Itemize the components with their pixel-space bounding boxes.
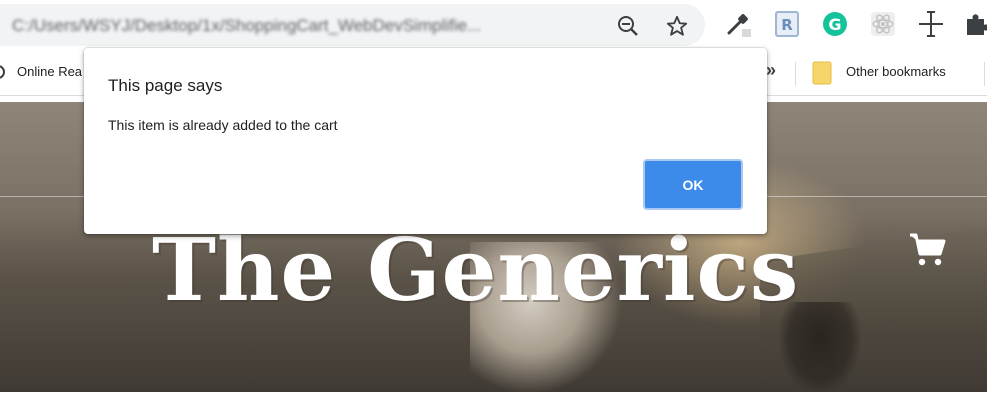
- band-name-title: The Generics: [152, 220, 800, 321]
- page-body: [0, 392, 987, 418]
- bookmarks-overflow-button[interactable]: »: [766, 60, 776, 81]
- zoom-out-icon[interactable]: [615, 13, 641, 39]
- dialog-title: This page says: [108, 76, 223, 95]
- url-text[interactable]: C:/Users/WSYJ/Desktop/1x/ShoppingCart_We…: [12, 16, 597, 36]
- bookmark-star-icon[interactable]: [664, 13, 690, 39]
- bookmarks-separator: [795, 62, 796, 86]
- svg-text:R: R: [781, 16, 793, 34]
- cart-icon[interactable]: [908, 232, 946, 268]
- extensions-puzzle-icon[interactable]: [962, 10, 987, 38]
- ok-button[interactable]: OK: [643, 159, 743, 210]
- address-bar[interactable]: C:/Users/WSYJ/Desktop/1x/ShoppingCart_We…: [0, 4, 705, 46]
- react-devtools-icon[interactable]: [869, 10, 897, 38]
- eyedropper-icon[interactable]: [724, 10, 752, 38]
- move-cross-icon[interactable]: [917, 10, 945, 38]
- reading-list-icon[interactable]: [0, 63, 8, 84]
- alert-dialog: This page says This item is already adde…: [84, 48, 767, 234]
- bookmark-online-reading[interactable]: Online Rea: [17, 64, 82, 79]
- r-extension-icon[interactable]: R: [773, 10, 801, 38]
- svg-text:G: G: [828, 15, 841, 34]
- other-bookmarks-folder[interactable]: Other bookmarks: [846, 64, 946, 79]
- grammarly-icon[interactable]: G: [821, 10, 849, 38]
- bookmarks-separator-end: [984, 62, 985, 86]
- dialog-message: This item is already added to the cart: [108, 117, 338, 133]
- folder-icon: [812, 61, 832, 88]
- browser-toolbar: C:/Users/WSYJ/Desktop/1x/ShoppingCart_We…: [0, 0, 987, 50]
